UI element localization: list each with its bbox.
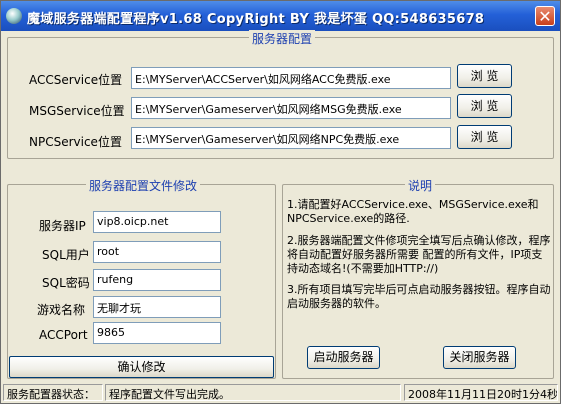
title-bar[interactable]: 魔域服务器端配置程序v1.68 CopyRight BY 我是坏蛋 QQ:548… bbox=[1, 1, 560, 31]
confirm-edit-button[interactable]: 确认修改 bbox=[9, 356, 274, 378]
acc-port-input[interactable]: 9865 bbox=[93, 322, 221, 344]
game-name-label: 游戏名称 bbox=[37, 303, 86, 317]
npc-service-path-input[interactable]: E:\MYServer\Gameserver\如风网络NPC免费版.exe bbox=[131, 127, 451, 149]
acc-port-label: ACCPort bbox=[39, 328, 88, 342]
note-item-2: 2.服务器端配置文件修项完全填写后点确认修改，程序将自动配置好服务器所需要 配置… bbox=[287, 234, 551, 275]
sql-user-label: SQL用户 bbox=[42, 248, 90, 262]
sql-password-input[interactable]: rufeng bbox=[93, 269, 221, 291]
server-ip-label: 服务器IP bbox=[39, 219, 86, 233]
note-item-1: 1.请配置好ACCService.exe、MSGService.exe和NPCS… bbox=[287, 198, 539, 225]
npc-browse-button[interactable]: 浏 览 bbox=[457, 125, 512, 149]
close-button[interactable]: ✕ bbox=[535, 6, 555, 26]
window-title: 魔域服务器端配置程序v1.68 CopyRight BY 我是坏蛋 QQ:548… bbox=[27, 12, 485, 27]
notes-title: 说明 bbox=[405, 177, 436, 194]
server-config-title: 服务器配置 bbox=[249, 30, 316, 47]
msg-service-label: MSGService位置 bbox=[29, 104, 125, 118]
acc-service-path-input[interactable]: E:\MYServer\ACCServer\如风网络ACC免费版.exe bbox=[131, 67, 451, 89]
msg-service-path-input[interactable]: E:\MYServer\Gameserver\如风网络MSG免费版.exe bbox=[131, 97, 451, 119]
msg-browse-button[interactable]: 浏 览 bbox=[457, 94, 512, 118]
status-label: 服务配置器状态： bbox=[3, 384, 103, 401]
server-ip-input[interactable]: vip8.oicp.net bbox=[93, 211, 221, 233]
stop-server-button[interactable]: 关闭服务器 bbox=[443, 346, 516, 369]
acc-service-label: ACCService位置 bbox=[29, 73, 123, 87]
start-server-button[interactable]: 启动服务器 bbox=[307, 346, 380, 369]
game-name-input[interactable]: 无聊才玩 bbox=[93, 296, 221, 318]
file-edit-title: 服务器配置文件修改 bbox=[86, 177, 201, 194]
status-datetime: 2008年11月11日20时1分4秒 bbox=[404, 384, 558, 401]
status-message: 程序配置文件写出完成。 bbox=[105, 384, 401, 401]
app-icon bbox=[6, 8, 22, 24]
main-window: 魔域服务器端配置程序v1.68 CopyRight BY 我是坏蛋 QQ:548… bbox=[0, 0, 561, 404]
npc-service-label: NPCService位置 bbox=[29, 135, 122, 149]
note-item-3: 3.所有项目填写完毕后可点启动服务器按钮。程序自动启动服务器的软件。 bbox=[287, 283, 551, 310]
sql-user-input[interactable]: root bbox=[93, 241, 221, 263]
acc-browse-button[interactable]: 浏 览 bbox=[457, 64, 512, 88]
sql-password-label: SQL密码 bbox=[42, 276, 90, 290]
status-bar: 服务配置器状态： 程序配置文件写出完成。 2008年11月11日20时1分4秒 bbox=[1, 382, 560, 403]
close-icon: ✕ bbox=[538, 7, 552, 26]
